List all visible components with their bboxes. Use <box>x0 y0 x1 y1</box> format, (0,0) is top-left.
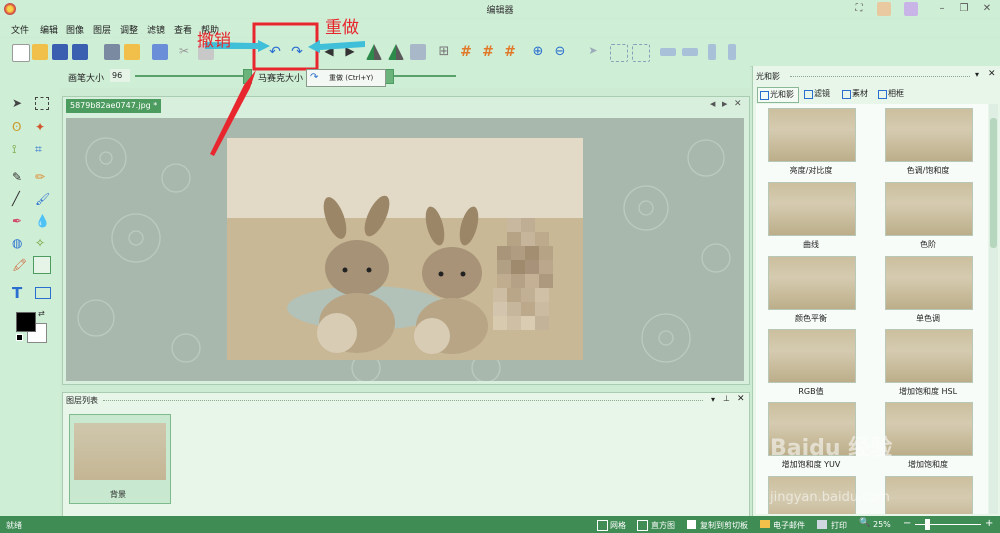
effect-hue-label[interactable]: 色调/饱和度 <box>873 165 983 176</box>
undo-annotation: 撤销 <box>197 31 231 51</box>
histogram-icon[interactable] <box>637 520 648 531</box>
effect-monotone-label[interactable]: 单色调 <box>873 313 983 324</box>
redo-arrow-head <box>308 40 320 53</box>
redo-tooltip: ↷ 重做 (Ctrl+Y) <box>306 69 386 87</box>
effect-color-balance-label[interactable]: 颜色平衡 <box>756 313 866 324</box>
email-icon-status[interactable] <box>760 520 770 528</box>
effect-hue-thumb[interactable] <box>885 108 973 162</box>
redo-tooltip-text: 重做 (Ctrl+Y) <box>329 74 374 82</box>
layer-name: 背景 <box>110 490 126 499</box>
grid-toggle[interactable]: 网格 <box>610 520 626 531</box>
tab-icon-1 <box>760 91 769 100</box>
print-button[interactable]: 打印 <box>831 520 847 531</box>
redo-tooltip-icon: ↷ <box>310 72 319 83</box>
zoom-out-button[interactable]: − <box>903 518 911 529</box>
effects-scrollbar-thumb[interactable] <box>990 118 997 248</box>
effect-curves-thumb[interactable] <box>768 182 856 236</box>
effect-brightness-thumb[interactable] <box>768 108 856 162</box>
effect-monotone-thumb[interactable] <box>885 256 973 310</box>
pointer-arrow <box>210 70 256 156</box>
tab-label: 滤镜 <box>814 89 830 98</box>
status-bar: 就绪 网格 直方图 复制到剪切板 电子邮件 打印 🔍 25% − + <box>0 516 1000 533</box>
tab-material[interactable]: 素材 <box>840 87 874 101</box>
effects-panel-pin-icon[interactable]: ▾ <box>975 70 979 79</box>
effect-color-balance-thumb[interactable] <box>768 256 856 310</box>
zoom-icon: 🔍 <box>859 518 871 528</box>
redo-annotation: 重做 <box>325 18 359 38</box>
effect-saturation-hsl-label[interactable]: 增加饱和度 HSL <box>873 386 983 397</box>
tab-filter[interactable]: 滤镜 <box>802 87 836 101</box>
tab-frame[interactable]: 相框 <box>876 87 910 101</box>
effect-rgb-thumb[interactable] <box>768 329 856 383</box>
layers-dock-icon[interactable]: ⊥ <box>723 394 730 403</box>
layer-item[interactable]: 背景 <box>69 414 171 504</box>
layers-panel-dots <box>103 400 703 403</box>
redo-arrow <box>320 41 365 50</box>
effect-rgb-label[interactable]: RGB值 <box>756 386 866 397</box>
status-text: 就绪 <box>6 521 22 530</box>
tab-label: 相框 <box>888 89 904 98</box>
effects-panel-close-icon[interactable]: ✕ <box>988 69 996 79</box>
histogram-button[interactable]: 直方图 <box>651 520 675 531</box>
effect-levels-thumb[interactable] <box>885 182 973 236</box>
print-icon-status[interactable] <box>817 520 827 529</box>
effect-saturation-hsl-thumb[interactable] <box>885 329 973 383</box>
tab-light-shadow[interactable]: 光和影 <box>757 87 799 103</box>
effects-scrollbar[interactable] <box>989 104 998 514</box>
effects-panel-dots <box>790 76 970 77</box>
copy-clipboard-button[interactable]: 复制到剪切板 <box>700 520 748 531</box>
zoom-in-button[interactable]: + <box>985 518 993 529</box>
effect-brightness-label[interactable]: 亮度/对比度 <box>756 165 866 176</box>
undo-arrow-head <box>258 40 270 52</box>
copy-icon-status[interactable] <box>687 520 696 529</box>
tab-icon-3 <box>842 90 851 99</box>
watermark-text: Baidu 经验 <box>770 436 893 461</box>
effect-levels-label[interactable]: 色阶 <box>873 239 983 250</box>
watermark-url: jingyan.baidu.com <box>770 490 890 505</box>
layer-thumbnail <box>74 423 166 480</box>
zoom-value: 25% <box>873 520 891 529</box>
layers-close-icon[interactable]: ✕ <box>737 394 745 404</box>
watermark: Baidu 经验 jingyan.baidu.com <box>770 430 970 510</box>
effects-panel-title: 光和影 <box>756 72 780 81</box>
tab-label: 素材 <box>852 89 868 98</box>
layers-pin-icon[interactable]: ▾ <box>711 395 715 404</box>
tab-icon-2 <box>804 90 813 99</box>
tab-icon-4 <box>878 90 887 99</box>
zoom-slider-handle[interactable] <box>925 519 930 530</box>
grid-icon[interactable] <box>597 520 608 531</box>
effect-curves-label[interactable]: 曲线 <box>756 239 866 250</box>
email-button[interactable]: 电子邮件 <box>773 520 805 531</box>
layers-panel-title: 图层列表 <box>66 396 98 405</box>
tab-label: 光和影 <box>770 90 794 99</box>
